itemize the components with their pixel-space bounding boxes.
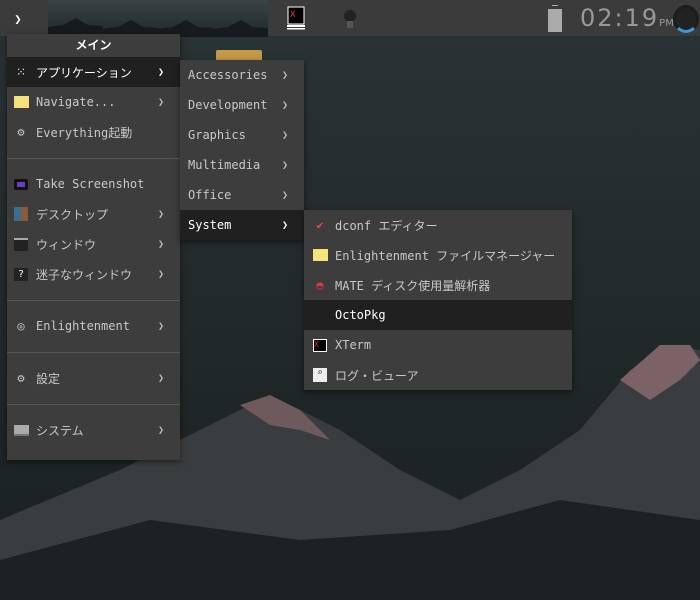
- chevron-right-icon: ❯: [281, 99, 288, 111]
- desktop-pager[interactable]: [48, 0, 268, 37]
- start-menu-button[interactable]: ❯: [0, 0, 36, 37]
- log-viewer-icon: ⌕: [312, 367, 328, 383]
- menu-item-main_menu-5[interactable]: ウィンドウ ❯: [7, 229, 180, 259]
- pager-desk-1[interactable]: [48, 0, 103, 37]
- menu-item-everything[interactable]: ⚙ Everything起動: [7, 117, 180, 147]
- menu-item-label: System: [188, 218, 232, 232]
- applications-icon: ⁙: [15, 65, 27, 79]
- top-panel: ❯ X 02:19PM: [0, 0, 700, 37]
- menu-item-label: Take Screenshot: [36, 177, 145, 191]
- menu-item-navigate[interactable]: Navigate... ❯: [7, 87, 180, 117]
- lost-window-icon: ?: [13, 266, 29, 282]
- chevron-right-icon: ❯: [157, 66, 164, 78]
- folder-icon: [312, 247, 328, 263]
- enlightenment-icon: ◎: [17, 319, 25, 333]
- computer-icon: [13, 422, 29, 438]
- menu-separator: [7, 404, 180, 405]
- chevron-down-icon: ❯: [14, 11, 22, 26]
- chevron-right-icon: ❯: [157, 268, 164, 280]
- menu-item-label: Everything起動: [36, 125, 133, 140]
- chevron-right-icon: ❯: [157, 96, 164, 108]
- main-menu: メイン ⁙ アプリケーション ❯ Navigate... ❯ ⚙ Everything起動 T…: [7, 34, 180, 460]
- menu-item-main_menu-9[interactable]: システム ❯: [7, 415, 180, 445]
- menu-item-graphics[interactable]: Graphics ❯: [180, 120, 304, 150]
- settings-icon: ⚙: [17, 371, 25, 385]
- pager-desk-4[interactable]: [213, 0, 268, 37]
- system-submenu: ✔ dconf エディター Enlightenment ファイルマネージャー ◓ MAT…: [304, 210, 572, 390]
- chevron-right-icon: ❯: [281, 219, 288, 231]
- menu-item-system_menu-5[interactable]: ⌕ ログ・ビューア: [304, 360, 572, 390]
- menu-item-development[interactable]: Development ❯: [180, 90, 304, 120]
- menu-item-mate[interactable]: ◓ MATE ディスク使用量解析器: [304, 270, 572, 300]
- menu-separator: [7, 300, 180, 301]
- menu-item-office[interactable]: Office ❯: [180, 180, 304, 210]
- menu-item-label: Enlightenment: [36, 319, 130, 333]
- disk-usage-icon: ◓: [316, 278, 324, 292]
- menu-item-label: ログ・ビューア: [335, 368, 419, 383]
- menu-item-label: Development: [188, 98, 268, 112]
- clock[interactable]: 02:19PM: [580, 4, 674, 32]
- svg-text:X: X: [290, 10, 296, 20]
- menu-item-label: 設定: [36, 371, 61, 386]
- menu-item-label: アプリケーション: [36, 65, 132, 80]
- chevron-right-icon: ❯: [281, 69, 288, 81]
- applications-submenu: Accessories ❯ Development ❯ Graphics ❯ Multime…: [180, 60, 304, 240]
- menu-item-accessories[interactable]: Accessories ❯: [180, 60, 304, 90]
- clock-time: 02:19: [580, 4, 660, 32]
- chevron-right-icon: ❯: [157, 208, 164, 220]
- menu-item-main_menu-0[interactable]: ⁙ アプリケーション ❯: [7, 57, 180, 87]
- chevron-right-icon: ❯: [281, 159, 288, 171]
- blank-icon: [312, 307, 328, 323]
- menu-item-multimedia[interactable]: Multimedia ❯: [180, 150, 304, 180]
- chevron-right-icon: ❯: [157, 238, 164, 250]
- menu-item-system[interactable]: System ❯: [180, 210, 304, 240]
- menu-item-label: 迷子なウィンドウ: [36, 267, 133, 282]
- chevron-right-icon: ❯: [157, 424, 164, 436]
- chevron-right-icon: ❯: [281, 189, 288, 201]
- menu-item-label: Navigate...: [36, 95, 116, 109]
- menu-item-label: システム: [36, 423, 84, 438]
- menu-item-label: MATE ディスク使用量解析器: [335, 278, 491, 293]
- menu-separator: [7, 158, 180, 159]
- pager-desk-2[interactable]: [103, 0, 158, 37]
- chevron-right-icon: ❯: [157, 320, 164, 332]
- menu-item-label: OctoPkg: [335, 308, 386, 322]
- menu-item-label: dconf エディター: [335, 218, 438, 233]
- menu-item-main_menu-4[interactable]: デスクトップ ❯: [7, 199, 180, 229]
- menu-item-main_menu-8[interactable]: ⚙ 設定 ❯: [7, 363, 180, 393]
- menu-item-take-screenshot[interactable]: Take Screenshot: [7, 169, 180, 199]
- menu-separator: [7, 352, 180, 353]
- lightbulb-icon[interactable]: [343, 9, 357, 31]
- gear-play-icon: ⚙: [17, 125, 25, 139]
- menu-item-label: Enlightenment ファイルマネージャー: [335, 248, 556, 263]
- menu-item-label: XTerm: [335, 338, 372, 352]
- clock-ampm: PM: [659, 18, 674, 29]
- menu-item-label: Multimedia: [188, 158, 261, 172]
- menu-item-enlightenment[interactable]: ◎ Enlightenment ❯: [7, 311, 180, 341]
- window-icon: [13, 236, 29, 252]
- camera-icon: [13, 176, 29, 192]
- pager-desk-3[interactable]: [158, 0, 213, 37]
- menu-item-enlightenment[interactable]: Enlightenment ファイルマネージャー: [304, 240, 572, 270]
- system-status-icon[interactable]: [673, 5, 699, 33]
- menu-item-xterm[interactable]: X XTerm: [304, 330, 572, 360]
- menu-title: メイン: [75, 38, 112, 52]
- desktop-icon: [13, 206, 29, 222]
- menu-item-dconf[interactable]: ✔ dconf エディター: [304, 210, 572, 240]
- terminal-icon: X: [312, 337, 328, 353]
- menu-item-label: デスクトップ: [36, 207, 109, 222]
- menu-item-label: ウィンドウ: [36, 237, 97, 252]
- menu-item-octopkg[interactable]: OctoPkg: [304, 300, 572, 330]
- dconf-icon: ✔: [316, 218, 324, 232]
- folder-icon: [13, 94, 29, 110]
- menu-item-label: Office: [188, 188, 232, 202]
- chevron-right-icon: ❯: [157, 372, 164, 384]
- menu-item-main_menu-6[interactable]: ? 迷子なウィンドウ ❯: [7, 259, 180, 289]
- menu-item-label: Accessories: [188, 68, 268, 82]
- chevron-right-icon: ❯: [281, 129, 288, 141]
- xterm-taskbar-icon[interactable]: X: [286, 6, 308, 30]
- menu-item-label: Graphics: [188, 128, 246, 142]
- battery-icon[interactable]: [548, 6, 562, 32]
